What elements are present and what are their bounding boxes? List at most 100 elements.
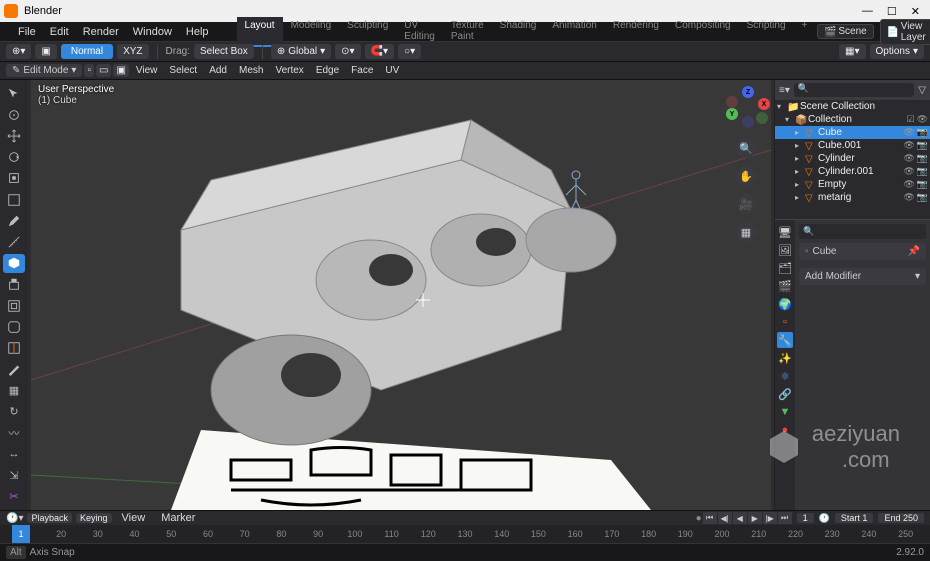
props-tab-scene[interactable]: 🎬 [777, 278, 793, 294]
menu-edge[interactable]: Edge [311, 63, 344, 78]
menu-mesh[interactable]: Mesh [234, 63, 268, 78]
snap-toggle[interactable]: 🧲▾ [365, 44, 394, 59]
props-tab-viewlayer[interactable]: 🗂 [777, 260, 793, 276]
preview-range-icon[interactable]: 🕐 [819, 513, 830, 524]
tool-spin[interactable]: ↻ [3, 402, 25, 421]
normal-button[interactable]: Normal [61, 44, 113, 59]
tool-measure[interactable] [3, 232, 25, 251]
tool-knife[interactable] [3, 360, 25, 379]
pivot-dropdown[interactable]: ⊙▾ [335, 44, 360, 59]
transform-toggle[interactable]: ▣ [35, 44, 56, 59]
eye-icon[interactable]: 👁 [903, 127, 914, 138]
pin-icon[interactable]: 📌 [908, 246, 920, 257]
eye-icon[interactable]: 👁 [917, 114, 928, 125]
props-tab-particles[interactable]: ✨ [777, 350, 793, 366]
outliner-scene-collection[interactable]: ▾ 📁 Scene Collection [775, 100, 930, 113]
workspace-tab-rendering[interactable]: Rendering [605, 17, 667, 47]
disable-icon[interactable]: 📷 [917, 192, 928, 203]
zoom-gizmo[interactable]: 🔍 [736, 138, 756, 158]
tool-rotate[interactable] [3, 148, 25, 167]
pan-gizmo[interactable]: ✋ [736, 166, 756, 186]
workspace-tab-sculpting[interactable]: Sculpting [339, 17, 396, 47]
outliner-type-icon[interactable]: ≡▾ [779, 85, 790, 96]
options-dropdown[interactable]: Options ▾ [870, 44, 925, 59]
restrict-select-icon[interactable]: ☑ [906, 114, 914, 125]
menu-select[interactable]: Select [164, 63, 202, 78]
tool-edgeslide[interactable]: ↔ [3, 444, 25, 463]
workspace-tab-compositing[interactable]: Compositing [667, 17, 739, 47]
outliner-search[interactable]: 🔍 [794, 83, 914, 97]
proportional-edit[interactable]: ○▾ [398, 44, 421, 59]
close-button[interactable]: ✕ [911, 5, 920, 18]
jump-end-button[interactable]: ⏭ [778, 512, 792, 524]
tool-bevel[interactable] [3, 317, 25, 336]
tool-polybuild[interactable]: ▦ [3, 381, 25, 400]
props-tab-object[interactable]: ▫ [777, 314, 793, 330]
tool-transform[interactable] [3, 190, 25, 209]
outliner-item[interactable]: ▸ ▽ metarig 👁📷 [775, 191, 930, 204]
transform-orientation-sphere[interactable]: ⊕▾ [6, 44, 31, 59]
mode-selector[interactable]: ✎Edit Mode▾ [6, 64, 82, 77]
jump-start-button[interactable]: ⏮ [703, 512, 717, 524]
drag-selectbox[interactable]: Select Box [194, 44, 254, 59]
tool-rip[interactable]: ✂ [3, 487, 25, 506]
outliner-item[interactable]: ▸ ▽ Cube 👁📷 [775, 126, 930, 139]
camera-gizmo[interactable]: 🎥 [736, 194, 756, 214]
eye-icon[interactable]: 👁 [903, 179, 914, 190]
disable-icon[interactable]: 📷 [917, 127, 928, 138]
end-frame[interactable]: End 250 [878, 513, 924, 523]
menu-window[interactable]: Window [127, 24, 178, 40]
workspace-tab-add[interactable]: + [794, 17, 816, 47]
tool-extrude[interactable] [3, 275, 25, 294]
eye-icon[interactable]: 👁 [903, 140, 914, 151]
playhead[interactable]: 1 [12, 525, 30, 543]
props-tab-physics[interactable]: ⚛ [777, 368, 793, 384]
workspace-tab-uvediting[interactable]: UV Editing [396, 17, 443, 47]
timeline-marker[interactable]: Marker [155, 510, 201, 526]
tool-smooth[interactable]: 〰 [3, 423, 25, 442]
menu-render[interactable]: Render [77, 24, 125, 40]
tool-shrink[interactable]: ⇲ [3, 466, 25, 485]
select-mode-vertex[interactable]: ▫ [84, 64, 94, 77]
outliner-item[interactable]: ▸ ▽ Cylinder.001 👁📷 [775, 165, 930, 178]
play-reverse-button[interactable]: ◀ [733, 512, 747, 524]
play-button[interactable]: ▶ [748, 512, 762, 524]
workspace-tab-texturepaint[interactable]: Texture Paint [443, 17, 492, 47]
start-frame[interactable]: Start 1 [835, 513, 874, 523]
disable-icon[interactable]: 📷 [917, 179, 928, 190]
outliner-item[interactable]: ▸ ▽ Cylinder 👁📷 [775, 152, 930, 165]
xyz-toggle[interactable]: XYZ [117, 44, 148, 59]
props-tab-world[interactable]: 🌍 [777, 296, 793, 312]
outliner-collection[interactable]: ▾ 📦 Collection ☑👁 [775, 113, 930, 126]
tool-loopcut[interactable] [3, 338, 25, 357]
minimize-button[interactable]: — [862, 5, 873, 18]
props-tab-constraints[interactable]: 🔗 [777, 386, 793, 402]
menu-help[interactable]: Help [180, 24, 215, 40]
autokey-icon[interactable]: ● [696, 513, 702, 524]
workspace-tab-modeling[interactable]: Modeling [283, 17, 340, 47]
menu-view[interactable]: View [131, 63, 163, 78]
tool-cursor[interactable] [3, 105, 25, 124]
tool-annotate[interactable] [3, 211, 25, 230]
tool-scale[interactable] [3, 169, 25, 188]
orbit-gizmo[interactable]: X Y Z [724, 86, 768, 130]
add-modifier-button[interactable]: Add Modifier▾ [799, 268, 926, 285]
props-tab-modifier[interactable]: 🔧 [777, 332, 793, 348]
workspace-tab-shading[interactable]: Shading [492, 17, 545, 47]
timeline-keying[interactable]: Keying [76, 513, 112, 523]
tool-select[interactable] [3, 84, 25, 103]
disable-icon[interactable]: 📷 [917, 166, 928, 177]
perspective-gizmo[interactable]: ▦ [736, 222, 756, 242]
menu-face[interactable]: Face [346, 63, 378, 78]
global-orientation[interactable]: ⊕Global▾ [271, 44, 331, 59]
props-tab-render[interactable]: 🖥 [777, 224, 793, 240]
outliner-item[interactable]: ▸ ▽ Empty 👁📷 [775, 178, 930, 191]
maximize-button[interactable]: ☐ [887, 5, 897, 18]
viewlayer-selector[interactable]: 📄 View Layer [880, 19, 930, 45]
tool-addcube[interactable] [3, 254, 25, 273]
eye-icon[interactable]: 👁 [903, 153, 914, 164]
select-mode-edge[interactable]: ▭ [96, 64, 111, 77]
scene-selector[interactable]: 🎬 Scene [817, 24, 873, 39]
eye-icon[interactable]: 👁 [903, 192, 914, 203]
timeline-type-icon[interactable]: 🕐▾ [6, 513, 23, 524]
